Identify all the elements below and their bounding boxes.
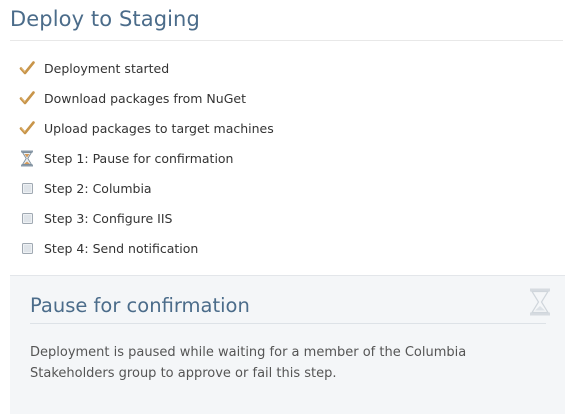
checkbox-icon xyxy=(18,179,36,197)
deployment-steps-list: Deployment started Download packages fro… xyxy=(18,53,274,263)
step-item-configure-iis: Step 3: Configure IIS xyxy=(18,203,274,233)
step-item-upload-packages: Upload packages to target machines xyxy=(18,113,274,143)
page-title: Deploy to Staging xyxy=(10,7,200,31)
step-label: Download packages from NuGet xyxy=(44,90,246,106)
step-label: Step 2: Columbia xyxy=(44,180,152,196)
step-item-columbia: Step 2: Columbia xyxy=(18,173,274,203)
pause-panel-title: Pause for confirmation xyxy=(30,294,250,317)
step-item-send-notification: Step 4: Send notification xyxy=(18,233,274,263)
pause-panel: Pause for confirmation Deployment is pau… xyxy=(10,275,565,414)
pause-panel-message: Deployment is paused while waiting for a… xyxy=(30,345,467,381)
checkmark-icon xyxy=(18,59,36,77)
step-item-download-packages: Download packages from NuGet xyxy=(18,83,274,113)
step-label: Step 1: Pause for confirmation xyxy=(44,150,234,166)
checkbox-icon xyxy=(18,239,36,257)
hourglass-icon xyxy=(529,288,551,316)
title-divider xyxy=(10,40,563,41)
step-label: Upload packages to target machines xyxy=(44,120,274,136)
step-label: Step 4: Send notification xyxy=(44,240,199,256)
checkmark-icon xyxy=(18,89,36,107)
step-item-deployment-started: Deployment started xyxy=(18,53,274,83)
step-item-pause-for-confirmation[interactable]: Step 1: Pause for confirmation xyxy=(18,143,274,173)
hourglass-icon xyxy=(18,149,36,167)
step-label: Deployment started xyxy=(44,60,170,76)
checkmark-icon xyxy=(18,119,36,137)
pause-panel-divider xyxy=(30,323,546,324)
step-label: Step 3: Configure IIS xyxy=(44,210,173,226)
checkbox-icon xyxy=(18,209,36,227)
